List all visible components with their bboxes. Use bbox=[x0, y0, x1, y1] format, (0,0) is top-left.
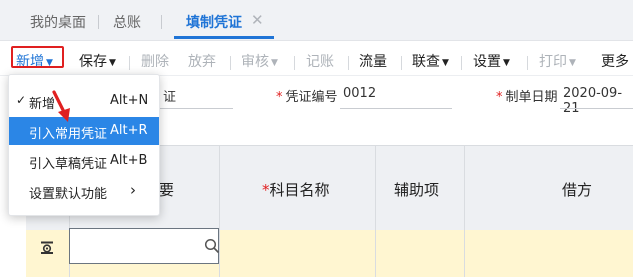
active-tab-indicator bbox=[174, 36, 274, 39]
toolbar-divider bbox=[294, 56, 295, 70]
menu-item-set-default[interactable]: 设置默认功能 › bbox=[9, 177, 159, 205]
column-header-account-name: *科目名称 bbox=[262, 179, 330, 200]
audit-button[interactable]: 审核 ▼ bbox=[241, 51, 278, 71]
menu-item-label: 引入常用凭证 bbox=[29, 127, 108, 142]
tab-divider bbox=[98, 15, 99, 29]
voucher-word-underline bbox=[160, 108, 233, 109]
menu-item-label: 设置默认功能 bbox=[29, 187, 108, 202]
tab-my-desktop[interactable]: 我的桌面 bbox=[30, 12, 86, 32]
chevron-down-icon: ▼ bbox=[503, 58, 510, 68]
query-button[interactable]: 联查 ▼ bbox=[412, 51, 449, 71]
annotation-highlight-box bbox=[11, 46, 64, 68]
delete-button[interactable]: 删除 bbox=[141, 51, 169, 71]
column-header-summary: 要 bbox=[159, 181, 175, 199]
audit-button-label: 审核 bbox=[241, 54, 269, 70]
date-underline bbox=[560, 108, 633, 109]
voucher-no-label-text: 凭证编号 bbox=[285, 90, 338, 105]
toolbar-divider bbox=[129, 56, 130, 70]
date-field[interactable]: 2020-09-21 bbox=[563, 86, 633, 116]
new-dropdown-menu: ✓ 新增 Alt+N 引入常用凭证 Alt+R 引入草稿凭证 Alt+B 设置默… bbox=[8, 74, 160, 216]
chevron-down-icon: ▼ bbox=[442, 58, 449, 68]
toolbar-divider bbox=[401, 56, 402, 70]
close-icon[interactable]: ✕ bbox=[251, 11, 264, 29]
column-divider bbox=[219, 145, 220, 277]
check-icon: ✓ bbox=[16, 93, 27, 107]
voucher-no-label: * 凭证编号 bbox=[276, 86, 338, 105]
toolbar-divider bbox=[230, 56, 231, 70]
more-button[interactable]: 更多 bbox=[601, 51, 629, 71]
row-settings-icon[interactable] bbox=[40, 241, 54, 254]
print-button-label: 打印 bbox=[539, 54, 567, 70]
save-button-label: 保存 bbox=[79, 54, 107, 70]
required-mark: * bbox=[496, 90, 503, 105]
tab-fill-voucher[interactable]: 填制凭证 bbox=[186, 12, 242, 32]
column-header-debit: 借方 bbox=[562, 181, 593, 199]
date-label: * 制单日期 bbox=[496, 86, 558, 105]
toolbar-divider bbox=[348, 56, 349, 70]
summary-input[interactable] bbox=[69, 228, 219, 264]
discard-button[interactable]: 放弃 bbox=[188, 51, 216, 71]
toolbar-divider bbox=[527, 56, 528, 70]
menu-item-import-draft-voucher[interactable]: 引入草稿凭证 Alt+B bbox=[9, 147, 159, 175]
tab-general-ledger[interactable]: 总账 bbox=[113, 12, 141, 32]
menu-item-label: 引入草稿凭证 bbox=[29, 157, 108, 172]
save-button[interactable]: 保存 ▼ bbox=[79, 51, 116, 71]
tab-divider bbox=[161, 15, 162, 29]
voucher-no-field[interactable]: 0012 bbox=[343, 86, 376, 101]
search-icon[interactable] bbox=[204, 238, 220, 254]
print-button[interactable]: 打印 ▼ bbox=[539, 51, 576, 71]
chevron-right-icon: › bbox=[130, 181, 136, 199]
settings-button[interactable]: 设置 ▼ bbox=[473, 51, 510, 71]
menu-item-new[interactable]: ✓ 新增 Alt+N bbox=[9, 87, 159, 115]
settings-button-label: 设置 bbox=[473, 54, 501, 70]
column-divider bbox=[464, 145, 465, 277]
voucher-word-value: 证 bbox=[163, 90, 177, 105]
menu-item-shortcut: Alt+R bbox=[110, 123, 148, 138]
date-label-text: 制单日期 bbox=[505, 90, 558, 105]
cashflow-button[interactable]: 流量 bbox=[359, 51, 387, 71]
voucher-no-underline bbox=[340, 108, 452, 109]
menu-item-shortcut: Alt+N bbox=[110, 93, 149, 108]
required-mark: * bbox=[262, 181, 270, 199]
post-button[interactable]: 记账 bbox=[306, 51, 334, 71]
column-header-account-name-text: 科目名称 bbox=[269, 181, 330, 199]
toolbar-divider bbox=[461, 56, 462, 70]
chevron-down-icon: ▼ bbox=[569, 58, 576, 68]
annotation-arrow-icon bbox=[52, 90, 70, 122]
query-button-label: 联查 bbox=[412, 54, 440, 70]
toolbar: 新增 ▼ 保存 ▼ 删除 放弃 审核 ▼ 记账 流量 联查 ▼ 设置 ▼ 打印 ▼ 更多 bbox=[0, 41, 633, 76]
chevron-down-icon: ▼ bbox=[271, 58, 278, 68]
menu-item-shortcut: Alt+B bbox=[110, 153, 148, 168]
tab-bar: 我的桌面 总账 填制凭证 ✕ bbox=[0, 0, 633, 41]
required-mark: * bbox=[276, 90, 283, 105]
column-header-auxiliary: 辅助项 bbox=[394, 181, 440, 199]
chevron-down-icon: ▼ bbox=[109, 58, 116, 68]
menu-item-import-common-voucher[interactable]: 引入常用凭证 Alt+R bbox=[9, 117, 159, 145]
column-divider bbox=[375, 145, 376, 277]
